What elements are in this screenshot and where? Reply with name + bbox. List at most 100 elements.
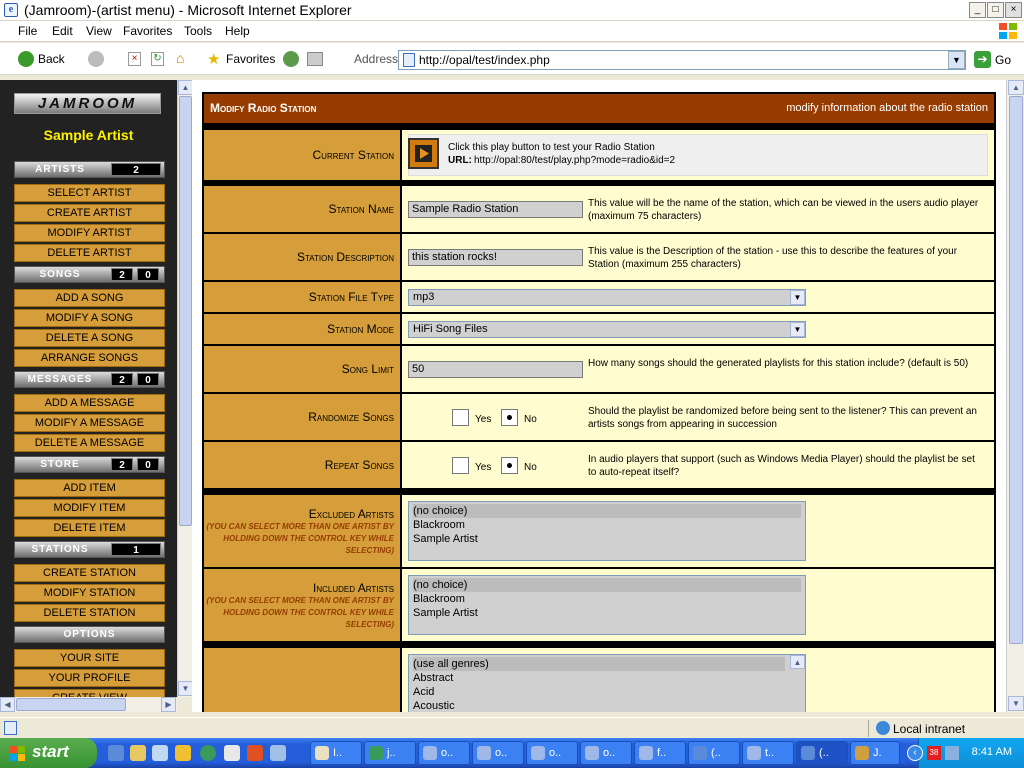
delete-station-link[interactable]: DELETE STATION (14, 604, 165, 622)
excluded-artists-list[interactable]: (no choice) Blackroom Sample Artist (408, 501, 806, 561)
taskbar-button[interactable]: I.. (310, 741, 362, 765)
create-artist-link[interactable]: CREATE ARTIST (14, 204, 165, 222)
add-song-link[interactable]: ADD A SONG (14, 289, 165, 307)
file-type-select[interactable]: mp3 ▼ (408, 289, 806, 306)
home-icon[interactable]: ⌂ (176, 51, 192, 66)
repeat-yes-radio[interactable] (452, 457, 469, 474)
delete-message-link[interactable]: DELETE A MESSAGE (14, 434, 165, 452)
app-quicklaunch-icon[interactable] (152, 745, 168, 761)
modify-item-link[interactable]: MODIFY ITEM (14, 499, 165, 517)
scroll-down-icon[interactable]: ▼ (178, 681, 193, 696)
network-icon[interactable] (945, 746, 959, 760)
mail-quicklaunch-icon[interactable] (224, 745, 240, 761)
taskbar-button[interactable]: (.. (688, 741, 740, 765)
taskbar-button-active[interactable]: (.. (796, 741, 848, 765)
history-icon[interactable] (283, 51, 299, 67)
chevron-down-icon[interactable]: ▼ (790, 322, 805, 337)
sidebar-hscrollbar[interactable]: ◀ ▶ (0, 697, 177, 712)
delete-item-link[interactable]: DELETE ITEM (14, 519, 165, 537)
included-artists-list[interactable]: (no choice) Blackroom Sample Artist (408, 575, 806, 635)
maximize-button[interactable]: □ (987, 2, 1004, 18)
modify-artist-link[interactable]: MODIFY ARTIST (14, 224, 165, 242)
song-limit-input[interactable]: 50 (408, 361, 583, 378)
taskbar-button[interactable]: o.. (580, 741, 632, 765)
favorites-button[interactable]: Favorites (226, 52, 275, 66)
add-item-link[interactable]: ADD ITEM (14, 479, 165, 497)
list-item[interactable]: Blackroom (413, 592, 801, 606)
taskbar-button[interactable]: f.. (634, 741, 686, 765)
tray-app-icon[interactable]: 38 (927, 746, 941, 760)
tray-expand-icon[interactable]: ‹ (907, 745, 923, 761)
list-item[interactable]: Acid (413, 685, 785, 699)
main-scroll-thumb[interactable] (1009, 96, 1023, 644)
print-icon[interactable] (307, 52, 323, 66)
jamroom-logo[interactable]: JAMROOM (14, 93, 161, 114)
delete-song-link[interactable]: DELETE A SONG (14, 329, 165, 347)
station-url[interactable]: http://opal:80/test/play.php?mode=radio&… (474, 155, 675, 166)
modify-message-link[interactable]: MODIFY A MESSAGE (14, 414, 165, 432)
tool-quicklaunch-icon[interactable] (175, 745, 191, 761)
go-button[interactable]: Go (995, 53, 1011, 67)
taskbar-button[interactable]: t.. (742, 741, 794, 765)
delete-artist-link[interactable]: DELETE ARTIST (14, 244, 165, 262)
list-item[interactable]: Acoustic (413, 699, 785, 712)
taskbar-button[interactable]: J. (850, 741, 900, 765)
menu-file[interactable]: File (18, 24, 37, 38)
main-scrollbar[interactable]: ▲ ▼ (1006, 80, 1024, 712)
your-profile-link[interactable]: YOUR PROFILE (14, 669, 165, 687)
scroll-right-icon[interactable]: ▶ (161, 697, 176, 712)
favorites-star-icon[interactable]: ★ (207, 50, 220, 68)
your-site-link[interactable]: YOUR SITE (14, 649, 165, 667)
list-item[interactable]: (use all genres) (413, 657, 785, 671)
ie-quicklaunch-icon[interactable] (108, 745, 124, 761)
address-dropdown-icon[interactable]: ▼ (948, 51, 965, 69)
flame-quicklaunch-icon[interactable] (247, 745, 263, 761)
scroll-left-icon[interactable]: ◀ (0, 697, 15, 712)
network-quicklaunch-icon[interactable] (270, 745, 286, 761)
sidebar-scroll-thumb[interactable] (179, 96, 192, 526)
minimize-button[interactable]: _ (969, 2, 986, 18)
close-button[interactable]: × (1005, 2, 1022, 18)
clock[interactable]: 8:41 AM (972, 746, 1012, 758)
menu-view[interactable]: View (86, 24, 112, 38)
taskbar-button[interactable]: o.. (418, 741, 470, 765)
taskbar-button[interactable]: o.. (526, 741, 578, 765)
menu-help[interactable]: Help (225, 24, 250, 38)
list-item[interactable]: Blackroom (413, 518, 801, 532)
n-quicklaunch-icon[interactable] (200, 745, 216, 761)
folder-quicklaunch-icon[interactable] (130, 745, 146, 761)
scroll-up-icon[interactable]: ▲ (1008, 80, 1024, 95)
menu-edit[interactable]: Edit (52, 24, 73, 38)
back-arrow-icon[interactable] (18, 51, 34, 67)
arrange-songs-link[interactable]: ARRANGE SONGS (14, 349, 165, 367)
go-arrow-icon[interactable]: ➔ (974, 51, 991, 68)
randomize-yes-radio[interactable] (452, 409, 469, 426)
menu-tools[interactable]: Tools (184, 24, 212, 38)
taskbar-button[interactable]: j.. (364, 741, 416, 765)
list-item[interactable]: (no choice) (413, 578, 801, 592)
modify-station-link[interactable]: MODIFY STATION (14, 584, 165, 602)
partial-sidebar-link[interactable]: CREATE VIEW (14, 689, 165, 697)
add-message-link[interactable]: ADD A MESSAGE (14, 394, 165, 412)
refresh-icon[interactable]: ↻ (151, 52, 164, 66)
chevron-down-icon[interactable]: ▼ (790, 290, 805, 305)
list-item[interactable]: Abstract (413, 671, 785, 685)
station-mode-select[interactable]: HiFi Song Files ▼ (408, 321, 806, 338)
list-item[interactable]: Sample Artist (413, 532, 801, 546)
station-name-input[interactable]: Sample Radio Station (408, 201, 583, 218)
repeat-no-radio[interactable] (501, 457, 518, 474)
sidebar-hscroll-thumb[interactable] (16, 698, 126, 711)
randomize-no-radio[interactable] (501, 409, 518, 426)
list-item[interactable]: Sample Artist (413, 606, 801, 620)
list-item[interactable]: (no choice) (413, 504, 801, 518)
taskbar-button[interactable]: o.. (472, 741, 524, 765)
address-bar[interactable]: http://opal/test/index.php (398, 50, 966, 70)
station-description-input[interactable]: this station rocks! (408, 249, 583, 266)
back-button[interactable]: Back (38, 52, 65, 66)
scroll-up-icon[interactable]: ▲ (178, 80, 193, 95)
genres-list[interactable]: (use all genres) Abstract Acid Acoustic … (408, 654, 806, 712)
modify-song-link[interactable]: MODIFY A SONG (14, 309, 165, 327)
play-button[interactable] (408, 138, 439, 169)
sidebar-scrollbar[interactable]: ▲ ▼ (177, 80, 193, 697)
scroll-down-icon[interactable]: ▼ (1008, 696, 1024, 711)
